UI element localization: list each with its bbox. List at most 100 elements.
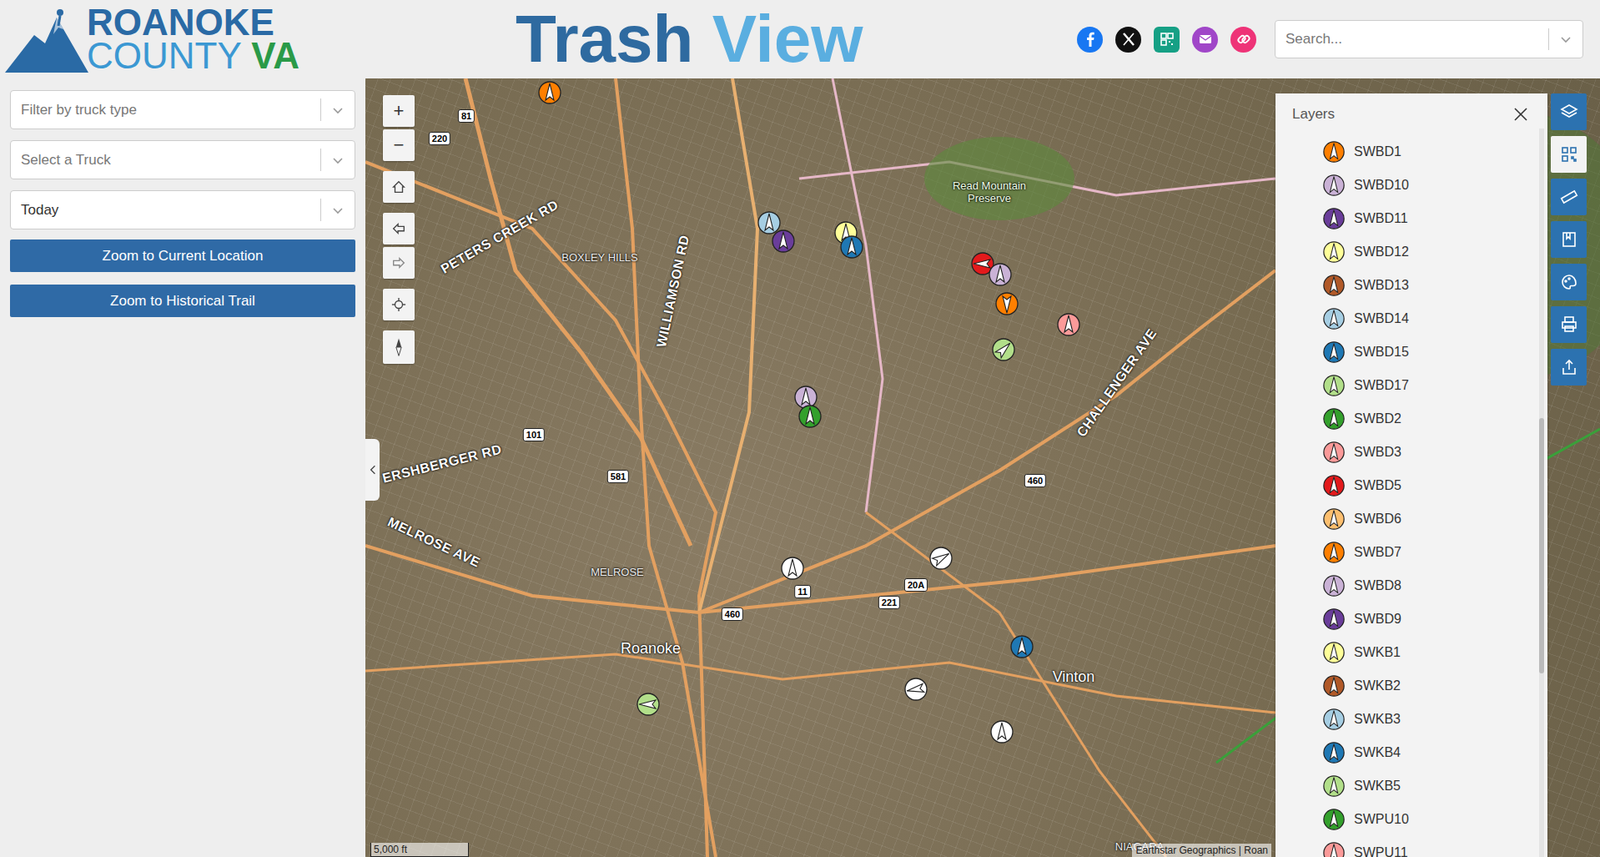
collapse-panel-button[interactable]: [365, 438, 380, 501]
chevron-down-icon[interactable]: [331, 203, 345, 217]
truck-symbol-icon: [1322, 674, 1346, 698]
layer-item[interactable]: SWBD5: [1322, 468, 1548, 503]
layer-item[interactable]: SWBD12: [1322, 235, 1548, 269]
filter-dropdown[interactable]: Today: [10, 190, 356, 230]
tool-button[interactable]: [1550, 93, 1587, 131]
truck-marker[interactable]: [635, 691, 661, 717]
layer-item[interactable]: SWBD10: [1322, 168, 1548, 202]
chevron-down-icon[interactable]: [331, 153, 345, 167]
logo-title: ROANOKE: [86, 5, 300, 40]
layers-icon: [1559, 101, 1580, 122]
map-label: 101: [523, 427, 545, 442]
layer-item[interactable]: SWBD8: [1322, 568, 1548, 603]
map-label: Vinton: [1052, 668, 1096, 686]
layers-list: SWBD1 SWBD10 SWBD11 SWBD12 SWBD13 SWBD14…: [1275, 135, 1548, 857]
truck-symbol-icon: [1322, 473, 1346, 498]
scrollbar[interactable]: [1539, 128, 1545, 857]
main-area: Filter by truck type Select a Truck Toda…: [0, 78, 1600, 857]
truck-marker[interactable]: [903, 676, 929, 702]
layer-item[interactable]: SWPU11: [1322, 835, 1548, 857]
truck-marker[interactable]: [537, 80, 563, 106]
search-field[interactable]: Search...: [1274, 20, 1584, 59]
truck-symbol-icon: [1322, 440, 1346, 464]
map-label: 81: [457, 109, 475, 123]
layer-item[interactable]: SWBD6: [1322, 502, 1548, 536]
chevron-down-icon[interactable]: [1559, 32, 1573, 46]
x-icon[interactable]: [1115, 26, 1142, 53]
forward-button[interactable]: [382, 246, 415, 279]
layer-item[interactable]: SWKB2: [1322, 669, 1548, 703]
map-label: Read Mountain Preserve: [943, 179, 1036, 205]
arrow-left-icon: [391, 221, 407, 237]
layer-item[interactable]: SWPU10: [1322, 802, 1548, 836]
layer-item[interactable]: SWBD1: [1322, 135, 1548, 169]
map-label: 220: [428, 131, 451, 146]
truck-marker[interactable]: [991, 337, 1017, 363]
mail-icon[interactable]: [1192, 26, 1218, 53]
county-logo[interactable]: ROANOKE COUNTY VA: [0, 5, 366, 74]
print-icon: [1559, 314, 1580, 335]
layer-item[interactable]: SWBD2: [1322, 402, 1548, 436]
home-button[interactable]: [382, 171, 415, 203]
truck-marker[interactable]: [779, 555, 806, 581]
qr-icon: [1559, 144, 1580, 165]
truck-symbol-icon: [1322, 306, 1346, 331]
truck-symbol-icon: [1322, 140, 1346, 164]
layer-item[interactable]: SWBD9: [1322, 602, 1548, 636]
truck-symbol-icon: [1322, 273, 1346, 297]
truck-marker[interactable]: [1056, 311, 1082, 338]
truck-symbol-icon: [1322, 240, 1346, 264]
layer-item[interactable]: SWBD11: [1322, 201, 1548, 236]
truck-marker[interactable]: [928, 545, 954, 571]
zoom-in-button[interactable]: +: [382, 95, 415, 127]
chevron-left-icon: [369, 463, 377, 476]
close-button[interactable]: [1512, 105, 1530, 123]
map[interactable]: PETERS CREEK RDWILLIAMSON RDBOXLEY HILLS…: [365, 78, 1600, 857]
truck-marker[interactable]: [770, 228, 796, 254]
layer-item[interactable]: SWKB1: [1322, 635, 1548, 670]
truck-marker[interactable]: [839, 234, 865, 260]
layer-item[interactable]: SWBD13: [1322, 268, 1548, 302]
chevron-down-icon[interactable]: [331, 103, 345, 117]
tool-button[interactable]: [1550, 178, 1587, 216]
layer-item[interactable]: SWKB4: [1322, 735, 1548, 770]
close-icon: [1512, 105, 1530, 123]
layer-item[interactable]: SWBD15: [1322, 335, 1548, 369]
mountain-icon: [5, 5, 89, 73]
tool-button[interactable]: [1550, 348, 1587, 386]
layer-item[interactable]: SWBD14: [1322, 301, 1548, 336]
locate-button[interactable]: [382, 288, 415, 321]
zoom-button[interactable]: Zoom to Historical Trail: [10, 284, 356, 317]
logo-subtitle: COUNTY VA: [86, 39, 300, 73]
zoom-out-button[interactable]: −: [382, 129, 415, 162]
layer-item[interactable]: SWBD3: [1322, 435, 1548, 469]
layer-item[interactable]: SWBD17: [1322, 368, 1548, 403]
map-label: MELROSE AVE: [385, 513, 484, 570]
truck-symbol-icon: [1322, 173, 1346, 197]
truck-marker[interactable]: [989, 719, 1015, 745]
truck-symbol-icon: [1322, 640, 1346, 665]
truck-marker[interactable]: [1009, 633, 1035, 660]
link-icon[interactable]: [1230, 26, 1257, 53]
layer-item[interactable]: SWBD7: [1322, 535, 1548, 569]
tool-button[interactable]: [1550, 306, 1587, 343]
layer-item[interactable]: SWKB3: [1322, 702, 1548, 736]
truck-marker[interactable]: [987, 261, 1013, 287]
truck-marker[interactable]: [994, 291, 1020, 317]
truck-symbol-icon: [1322, 340, 1346, 364]
left-panel: Filter by truck type Select a Truck Toda…: [0, 78, 366, 857]
tool-button[interactable]: [1550, 221, 1587, 258]
tool-button[interactable]: [1550, 135, 1587, 173]
layer-item[interactable]: SWKB5: [1322, 769, 1548, 803]
truck-marker[interactable]: [797, 403, 823, 429]
back-button[interactable]: [382, 212, 415, 245]
qr-code-icon[interactable]: [1153, 26, 1180, 53]
tool-button[interactable]: [1550, 263, 1587, 301]
filter-dropdown[interactable]: Select a Truck: [10, 140, 356, 180]
truck-symbol-icon: [1322, 206, 1346, 231]
filter-dropdown[interactable]: Filter by truck type: [10, 90, 356, 130]
zoom-button[interactable]: Zoom to Current Location: [10, 239, 356, 272]
facebook-icon[interactable]: [1076, 26, 1103, 53]
compass-button[interactable]: [382, 330, 415, 364]
arrow-right-icon: [391, 255, 407, 271]
